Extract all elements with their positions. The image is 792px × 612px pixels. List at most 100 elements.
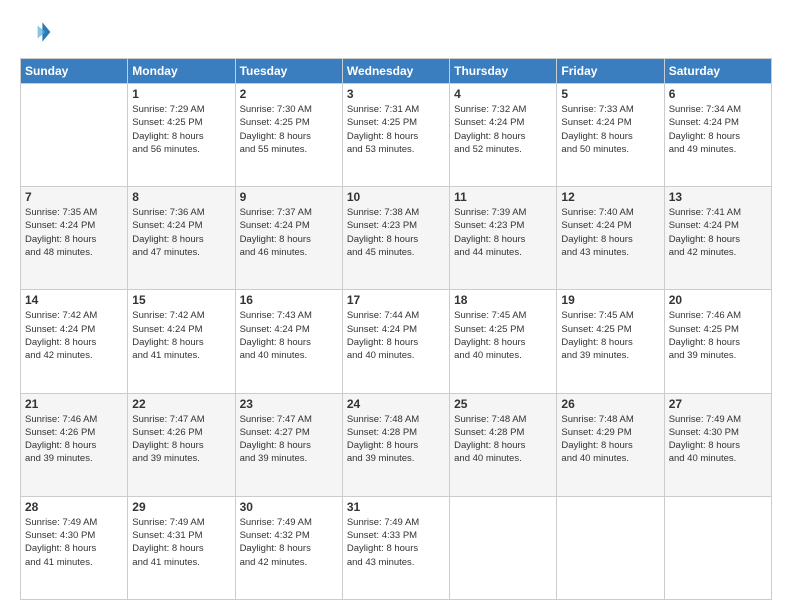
calendar-cell: 17Sunrise: 7:44 AM Sunset: 4:24 PM Dayli… bbox=[342, 290, 449, 393]
day-number: 3 bbox=[347, 87, 445, 101]
calendar-cell: 9 Sunrise: 7:37 AM Sunset: 4:24 PM Daylig… bbox=[235, 187, 342, 290]
logo bbox=[20, 16, 56, 48]
day-info: Sunrise: 7:49 AM Sunset: 4:30 PM Dayligh… bbox=[25, 516, 123, 569]
day-number: 6 bbox=[669, 87, 767, 101]
calendar-cell: 7Sunrise: 7:35 AM Sunset: 4:24 PM Daylig… bbox=[21, 187, 128, 290]
day-info: Sunrise: 7:42 AM Sunset: 4:24 PM Dayligh… bbox=[132, 309, 230, 362]
calendar-week-4: 21Sunrise: 7:46 AM Sunset: 4:26 PM Dayli… bbox=[21, 393, 772, 496]
day-number: 25 bbox=[454, 397, 552, 411]
day-info: Sunrise: 7:45 AM Sunset: 4:25 PM Dayligh… bbox=[454, 309, 552, 362]
calendar-cell: 3 Sunrise: 7:31 AM Sunset: 4:25 PM Daylig… bbox=[342, 84, 449, 187]
calendar-cell: 28 Sunrise: 7:49 AM Sunset: 4:30 PM Dayli… bbox=[21, 496, 128, 599]
calendar-cell: 20 Sunrise: 7:46 AM Sunset: 4:25 PM Dayli… bbox=[664, 290, 771, 393]
day-number: 30 bbox=[240, 500, 338, 514]
day-info: Sunrise: 7:46 AM Sunset: 4:25 PM Dayligh… bbox=[669, 309, 767, 362]
calendar-cell: 21Sunrise: 7:46 AM Sunset: 4:26 PM Dayli… bbox=[21, 393, 128, 496]
weekday-header-sunday: Sunday bbox=[21, 59, 128, 84]
calendar-cell bbox=[664, 496, 771, 599]
day-info: Sunrise: 7:47 AM Sunset: 4:27 PM Dayligh… bbox=[240, 413, 338, 466]
day-number: 15 bbox=[132, 293, 230, 307]
calendar-cell: 18 Sunrise: 7:45 AM Sunset: 4:25 PM Dayli… bbox=[450, 290, 557, 393]
calendar-week-1: 1 Sunrise: 7:29 AM Sunset: 4:25 PM Daylig… bbox=[21, 84, 772, 187]
calendar-cell: 25 Sunrise: 7:48 AM Sunset: 4:28 PM Dayli… bbox=[450, 393, 557, 496]
day-number: 21 bbox=[25, 397, 123, 411]
calendar-table: SundayMondayTuesdayWednesdayThursdayFrid… bbox=[20, 58, 772, 600]
day-number: 18 bbox=[454, 293, 552, 307]
day-info: Sunrise: 7:33 AM Sunset: 4:24 PM Dayligh… bbox=[561, 103, 659, 156]
calendar-cell: 14 Sunrise: 7:42 AM Sunset: 4:24 PM Dayli… bbox=[21, 290, 128, 393]
calendar-week-5: 28 Sunrise: 7:49 AM Sunset: 4:30 PM Dayli… bbox=[21, 496, 772, 599]
calendar-cell: 8 Sunrise: 7:36 AM Sunset: 4:24 PM Daylig… bbox=[128, 187, 235, 290]
calendar-cell: 19Sunrise: 7:45 AM Sunset: 4:25 PM Dayli… bbox=[557, 290, 664, 393]
day-info: Sunrise: 7:32 AM Sunset: 4:24 PM Dayligh… bbox=[454, 103, 552, 156]
weekday-header-wednesday: Wednesday bbox=[342, 59, 449, 84]
day-info: Sunrise: 7:30 AM Sunset: 4:25 PM Dayligh… bbox=[240, 103, 338, 156]
day-number: 13 bbox=[669, 190, 767, 204]
calendar-cell bbox=[557, 496, 664, 599]
day-number: 9 bbox=[240, 190, 338, 204]
day-info: Sunrise: 7:44 AM Sunset: 4:24 PM Dayligh… bbox=[347, 309, 445, 362]
day-number: 22 bbox=[132, 397, 230, 411]
calendar-cell: 6 Sunrise: 7:34 AM Sunset: 4:24 PM Daylig… bbox=[664, 84, 771, 187]
day-number: 1 bbox=[132, 87, 230, 101]
day-number: 8 bbox=[132, 190, 230, 204]
day-number: 29 bbox=[132, 500, 230, 514]
header bbox=[20, 16, 772, 48]
page: SundayMondayTuesdayWednesdayThursdayFrid… bbox=[0, 0, 792, 612]
day-number: 4 bbox=[454, 87, 552, 101]
calendar-cell: 1 Sunrise: 7:29 AM Sunset: 4:25 PM Daylig… bbox=[128, 84, 235, 187]
calendar-cell: 31Sunrise: 7:49 AM Sunset: 4:33 PM Dayli… bbox=[342, 496, 449, 599]
calendar-cell: 12 Sunrise: 7:40 AM Sunset: 4:24 PM Dayli… bbox=[557, 187, 664, 290]
day-info: Sunrise: 7:49 AM Sunset: 4:32 PM Dayligh… bbox=[240, 516, 338, 569]
day-number: 11 bbox=[454, 190, 552, 204]
day-number: 31 bbox=[347, 500, 445, 514]
calendar-cell: 13Sunrise: 7:41 AM Sunset: 4:24 PM Dayli… bbox=[664, 187, 771, 290]
day-number: 26 bbox=[561, 397, 659, 411]
day-number: 12 bbox=[561, 190, 659, 204]
day-number: 28 bbox=[25, 500, 123, 514]
calendar-week-3: 14 Sunrise: 7:42 AM Sunset: 4:24 PM Dayli… bbox=[21, 290, 772, 393]
day-number: 5 bbox=[561, 87, 659, 101]
calendar-cell: 27Sunrise: 7:49 AM Sunset: 4:30 PM Dayli… bbox=[664, 393, 771, 496]
day-info: Sunrise: 7:43 AM Sunset: 4:24 PM Dayligh… bbox=[240, 309, 338, 362]
day-number: 14 bbox=[25, 293, 123, 307]
day-number: 24 bbox=[347, 397, 445, 411]
day-number: 7 bbox=[25, 190, 123, 204]
calendar-cell: 29 Sunrise: 7:49 AM Sunset: 4:31 PM Dayli… bbox=[128, 496, 235, 599]
weekday-header-thursday: Thursday bbox=[450, 59, 557, 84]
weekday-header-row: SundayMondayTuesdayWednesdayThursdayFrid… bbox=[21, 59, 772, 84]
day-number: 20 bbox=[669, 293, 767, 307]
calendar-cell: 4 Sunrise: 7:32 AM Sunset: 4:24 PM Daylig… bbox=[450, 84, 557, 187]
day-info: Sunrise: 7:34 AM Sunset: 4:24 PM Dayligh… bbox=[669, 103, 767, 156]
day-info: Sunrise: 7:36 AM Sunset: 4:24 PM Dayligh… bbox=[132, 206, 230, 259]
day-info: Sunrise: 7:29 AM Sunset: 4:25 PM Dayligh… bbox=[132, 103, 230, 156]
calendar-cell: 2 Sunrise: 7:30 AM Sunset: 4:25 PM Daylig… bbox=[235, 84, 342, 187]
day-info: Sunrise: 7:37 AM Sunset: 4:24 PM Dayligh… bbox=[240, 206, 338, 259]
calendar-cell: 10Sunrise: 7:38 AM Sunset: 4:23 PM Dayli… bbox=[342, 187, 449, 290]
calendar-cell: 26 Sunrise: 7:48 AM Sunset: 4:29 PM Dayli… bbox=[557, 393, 664, 496]
calendar-cell: 30 Sunrise: 7:49 AM Sunset: 4:32 PM Dayli… bbox=[235, 496, 342, 599]
day-info: Sunrise: 7:47 AM Sunset: 4:26 PM Dayligh… bbox=[132, 413, 230, 466]
calendar-cell bbox=[21, 84, 128, 187]
day-info: Sunrise: 7:48 AM Sunset: 4:29 PM Dayligh… bbox=[561, 413, 659, 466]
calendar-cell: 23Sunrise: 7:47 AM Sunset: 4:27 PM Dayli… bbox=[235, 393, 342, 496]
calendar-week-2: 7Sunrise: 7:35 AM Sunset: 4:24 PM Daylig… bbox=[21, 187, 772, 290]
day-info: Sunrise: 7:48 AM Sunset: 4:28 PM Dayligh… bbox=[347, 413, 445, 466]
day-info: Sunrise: 7:45 AM Sunset: 4:25 PM Dayligh… bbox=[561, 309, 659, 362]
day-info: Sunrise: 7:38 AM Sunset: 4:23 PM Dayligh… bbox=[347, 206, 445, 259]
day-number: 2 bbox=[240, 87, 338, 101]
calendar-cell bbox=[450, 496, 557, 599]
day-info: Sunrise: 7:48 AM Sunset: 4:28 PM Dayligh… bbox=[454, 413, 552, 466]
day-info: Sunrise: 7:49 AM Sunset: 4:30 PM Dayligh… bbox=[669, 413, 767, 466]
weekday-header-saturday: Saturday bbox=[664, 59, 771, 84]
day-info: Sunrise: 7:49 AM Sunset: 4:31 PM Dayligh… bbox=[132, 516, 230, 569]
day-info: Sunrise: 7:31 AM Sunset: 4:25 PM Dayligh… bbox=[347, 103, 445, 156]
weekday-header-monday: Monday bbox=[128, 59, 235, 84]
day-info: Sunrise: 7:39 AM Sunset: 4:23 PM Dayligh… bbox=[454, 206, 552, 259]
calendar-cell: 15 Sunrise: 7:42 AM Sunset: 4:24 PM Dayli… bbox=[128, 290, 235, 393]
calendar-cell: 16Sunrise: 7:43 AM Sunset: 4:24 PM Dayli… bbox=[235, 290, 342, 393]
logo-icon bbox=[20, 16, 52, 48]
day-info: Sunrise: 7:42 AM Sunset: 4:24 PM Dayligh… bbox=[25, 309, 123, 362]
day-info: Sunrise: 7:40 AM Sunset: 4:24 PM Dayligh… bbox=[561, 206, 659, 259]
calendar-cell: 5 Sunrise: 7:33 AM Sunset: 4:24 PM Daylig… bbox=[557, 84, 664, 187]
